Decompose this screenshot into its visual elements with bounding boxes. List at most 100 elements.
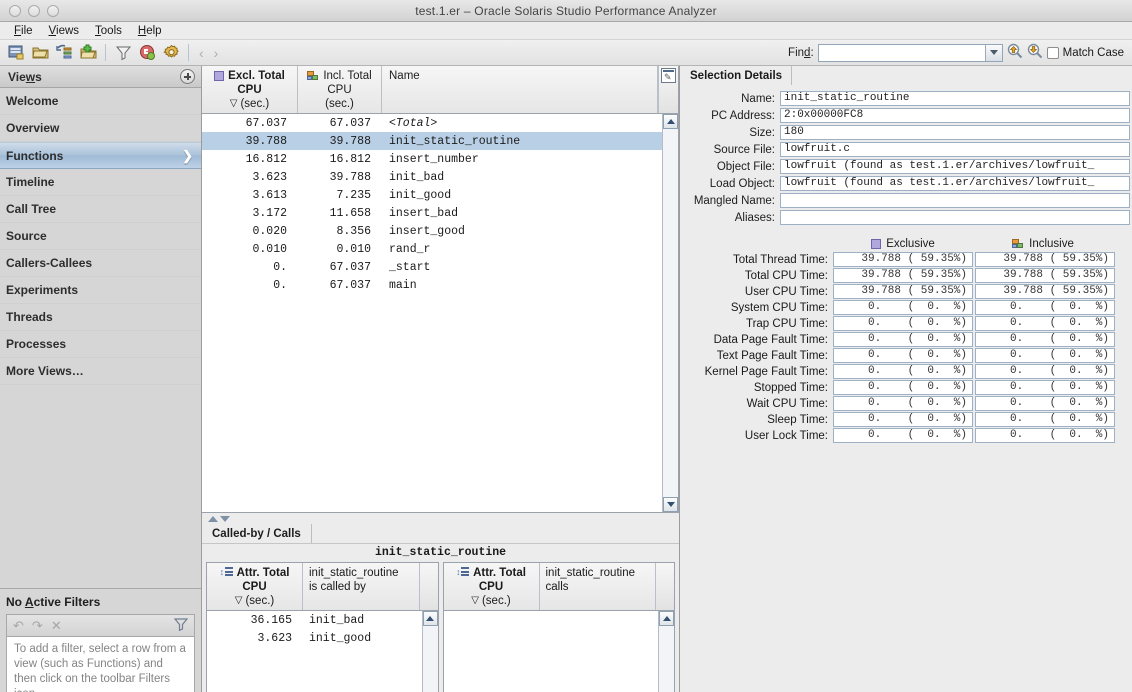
nav-forward-button[interactable]: › [209,45,224,61]
sidebar-item-welcome[interactable]: Welcome [0,88,201,115]
mangled-name-field[interactable] [780,193,1130,208]
sidebar-item-experiments[interactable]: Experiments [0,277,201,304]
metric-row: Total CPU Time: 39.788 ( 59.35%) 39.788 ( … [680,268,1130,283]
sidebar-item-timeline[interactable]: Timeline [0,169,201,196]
cell-name: init_bad [309,613,365,627]
column-header-incl-total-cpu[interactable]: Incl. Total CPU (sec.) [298,66,382,113]
metrics-icon[interactable] [136,42,158,64]
sidebar-item-overview[interactable]: Overview [0,115,201,142]
splitter-collapse-down-icon[interactable] [220,515,230,522]
scroll-down-button[interactable] [663,497,678,512]
sidebar-item-call-tree[interactable]: Call Tree [0,196,201,223]
scroll-track[interactable] [659,626,674,692]
column-header-calls[interactable]: init_static_routine calls [540,563,656,610]
table-row[interactable]: 3.623 39.788 init_bad [202,168,662,186]
table-row[interactable]: 0.020 8.356 insert_good [202,222,662,240]
add-view-button[interactable] [180,69,195,84]
functions-rows: 67.037 67.037 <Total> 39.788 39.788 init_sta… [202,114,662,512]
table-row[interactable]: 16.812 16.812 insert_number [202,150,662,168]
metrics-header-row: Exclusive Inclusive [680,236,1130,251]
sidebar-item-threads[interactable]: Threads [0,304,201,331]
called-by-vertical-scrollbar[interactable] [421,611,438,692]
sidebar-item-functions[interactable]: Functions ❯ [0,142,201,169]
redo-icon[interactable]: ↷ [32,618,43,634]
scroll-up-button[interactable] [659,611,674,626]
column-header-name[interactable]: Name [382,66,658,113]
find-next-icon[interactable] [1027,43,1043,62]
undo-icon[interactable]: ↶ [13,618,24,634]
triangle-down-icon [666,502,675,507]
list-item[interactable]: 36.165 init_bad [207,611,422,629]
pc-address-field[interactable]: 2:0x00000FC8 [780,108,1130,123]
name-field[interactable]: init_static_routine [780,91,1130,106]
match-case-checkbox[interactable] [1046,46,1059,59]
cell-incl: 39.788 [329,170,371,184]
compare-experiment-icon[interactable] [53,42,75,64]
sidebar-item-source[interactable]: Source [0,223,201,250]
sidebar-item-processes[interactable]: Processes [0,331,201,358]
source-file-field[interactable]: lowfruit.c [780,142,1130,157]
aliases-field[interactable] [780,210,1130,225]
scroll-track[interactable] [422,626,438,692]
load-object-field[interactable]: lowfruit (found as test.1.er/archives/lo… [780,176,1130,191]
metric-exclusive-value: 0. ( 0. %) [833,380,973,395]
menu-file[interactable]: File [6,24,41,38]
menu-tools[interactable]: Tools [87,24,130,38]
settings-gear-icon[interactable] [160,42,182,64]
tab-selection-details[interactable]: Selection Details [680,66,793,85]
scroll-track[interactable] [663,129,678,497]
open-folder-icon[interactable] [29,42,51,64]
size-field[interactable]: 180 [780,125,1130,140]
filter-icon[interactable] [173,617,189,634]
column-header-attr-total-cpu[interactable]: ↕ Attr. Total CPU ▽ (sec.) [444,563,540,610]
table-row[interactable]: 0. 67.037 main [202,276,662,294]
clear-icon[interactable]: ✕ [51,618,62,634]
exclusive-square-icon [871,238,882,249]
find-input[interactable] [818,44,985,61]
table-row[interactable]: 0.010 0.010 rand_r [202,240,662,258]
metric-exclusive-value: 0. ( 0. %) [833,364,973,379]
column-header-line3: (sec.) [245,595,275,607]
horizontal-splitter[interactable] [202,513,679,524]
table-row[interactable]: 39.788 39.788 init_static_routine [202,132,662,150]
table-row[interactable]: 3.172 11.658 insert_bad [202,204,662,222]
column-header-is-called-by[interactable]: init_static_routine is called by [303,563,420,610]
object-file-field[interactable]: lowfruit (found as test.1.er/archives/lo… [780,159,1130,174]
field-label: Source File: [713,143,775,156]
sidebar-item-callers-callees[interactable]: Callers-Callees [0,250,201,277]
window-title: test.1.er – Oracle Solaris Studio Perfor… [415,3,717,18]
called-by-tabstrip: Called-by / Calls [202,524,679,543]
metric-row: User CPU Time: 39.788 ( 59.35%) 39.788 ( 5… [680,284,1130,299]
open-experiment-icon[interactable] [5,42,27,64]
add-experiment-icon[interactable] [77,42,99,64]
column-chooser-button[interactable] [658,66,678,113]
find-combo[interactable] [817,43,1003,62]
scroll-up-button[interactable] [422,611,438,626]
splitter-collapse-up-icon[interactable] [208,515,218,522]
table-row[interactable]: 3.613 7.235 init_good [202,186,662,204]
filters-icon[interactable] [112,42,134,64]
menu-views[interactable]: Views [41,24,87,38]
column-header-excl-total-cpu[interactable]: Excl. Total CPU ▽ (sec.) [202,66,298,113]
nav-back-button[interactable]: ‹ [194,45,209,61]
column-header-attr-total-cpu[interactable]: ↕ Attr. Total CPU ▽ (sec.) [207,563,303,610]
find-dropdown-button[interactable] [984,44,1002,61]
calls-vertical-scrollbar[interactable] [658,611,674,692]
metric-exclusive-value: 0. ( 0. %) [833,300,973,315]
table-row[interactable]: 0. 67.037 _start [202,258,662,276]
metric-inclusive-value: 0. ( 0. %) [975,348,1115,363]
functions-vertical-scrollbar[interactable] [662,114,678,512]
cell-name: init_good [309,631,372,645]
table-row[interactable]: 67.037 67.037 <Total> [202,114,662,132]
field-label: Load Object: [709,177,775,190]
list-item[interactable]: 3.623 init_good [207,629,422,647]
tab-called-by-calls[interactable]: Called-by / Calls [202,524,312,543]
menu-help[interactable]: Help [130,24,170,38]
scroll-up-button[interactable] [663,114,678,129]
metric-row: User Lock Time: 0. ( 0. %) 0. ( 0. %) [680,428,1130,443]
find-previous-icon[interactable] [1007,43,1023,62]
main-body: Views Welcome Overview Functions ❯ Timel… [0,66,1132,692]
cell-excl: 16.812 [245,152,287,166]
sidebar-item-more-views[interactable]: More Views… [0,358,201,385]
column-header-line2: CPU [242,581,267,593]
